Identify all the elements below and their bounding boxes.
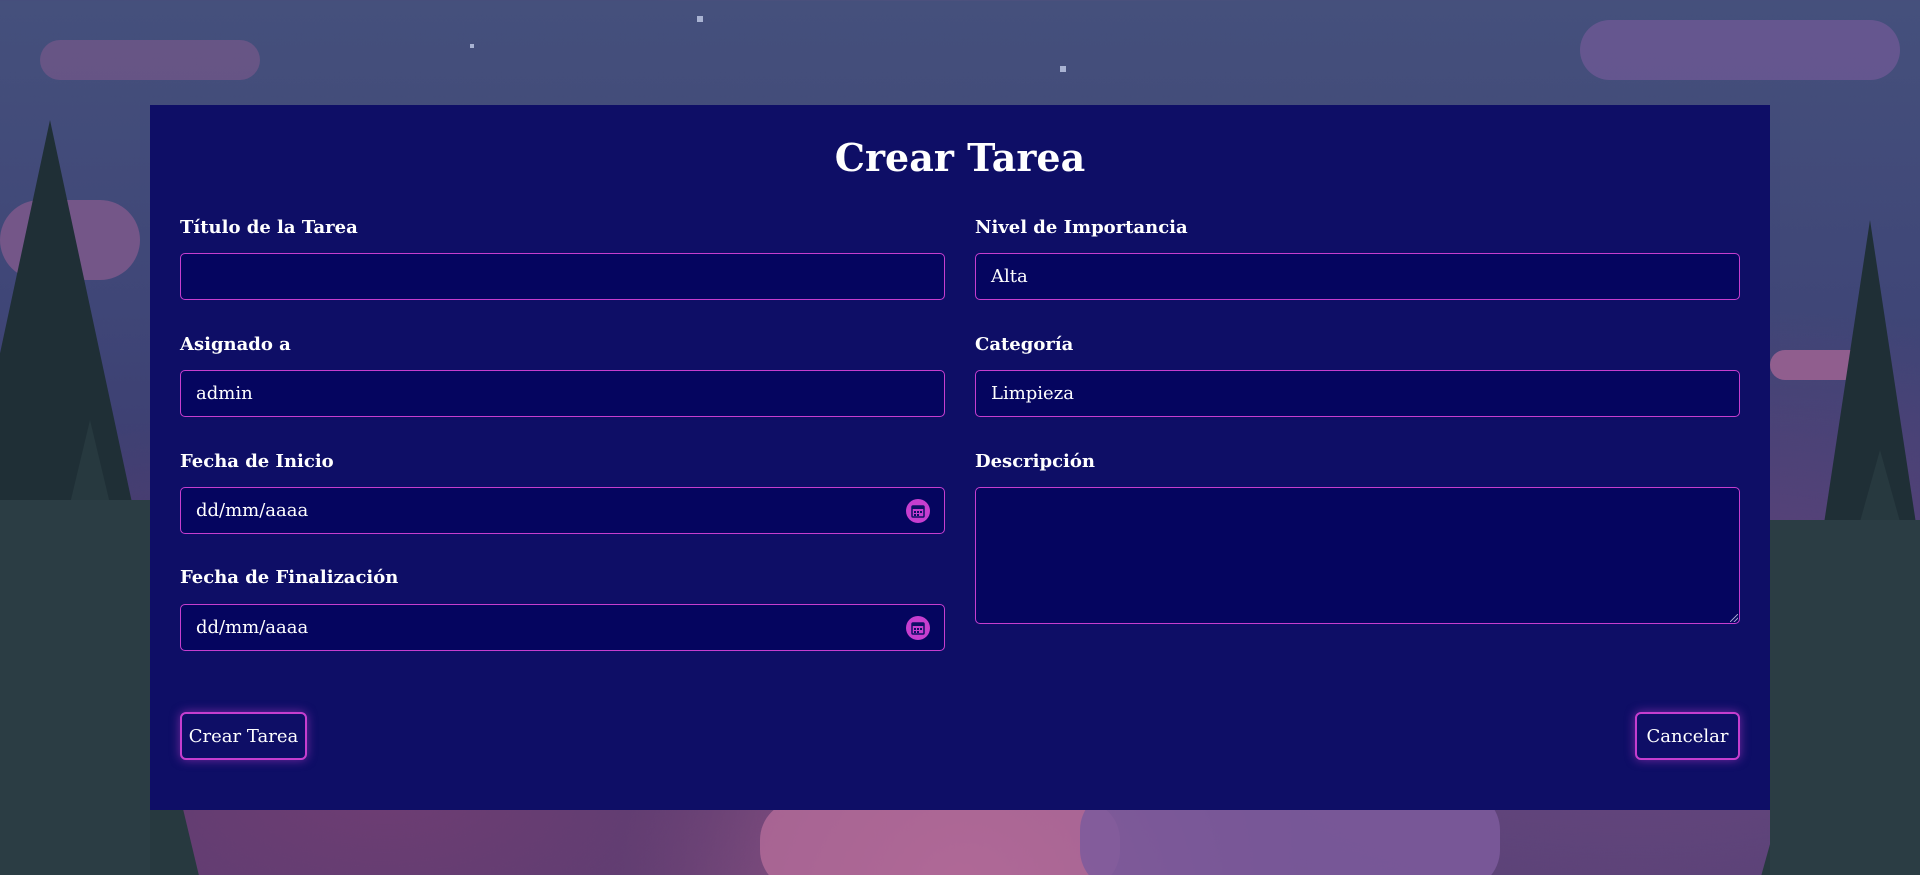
assigned-to-select[interactable]: admin [180,370,945,417]
category-label: Categoría [975,334,1074,355]
description-label: Descripción [975,451,1095,472]
end-date-input[interactable]: dd/mm/aaaa [180,604,945,651]
page-title: Crear Tarea [834,135,1086,180]
assigned-to-label: Asignado a [180,334,291,355]
calendar-icon[interactable] [906,498,930,523]
textarea-resize-handle[interactable] [1730,614,1738,622]
importance-label: Nivel de Importancia [975,217,1188,238]
end-date-placeholder: dd/mm/aaaa [196,617,309,638]
start-date-input[interactable]: dd/mm/aaaa [180,487,945,534]
task-title-input[interactable] [180,253,945,300]
description-textarea[interactable] [975,487,1740,624]
calendar-icon[interactable] [906,615,930,640]
task-title-label: Título de la Tarea [180,217,358,238]
cancel-button[interactable]: Cancelar [1635,712,1740,760]
start-date-label: Fecha de Inicio [180,451,334,472]
importance-select[interactable]: Alta [975,253,1740,300]
start-date-placeholder: dd/mm/aaaa [196,500,309,521]
create-task-button[interactable]: Crear Tarea [180,712,307,760]
end-date-label: Fecha de Finalización [180,567,399,588]
category-select[interactable]: Limpieza [975,370,1740,417]
create-task-panel: Crear Tarea Título de la Tarea Asignado … [150,105,1770,810]
